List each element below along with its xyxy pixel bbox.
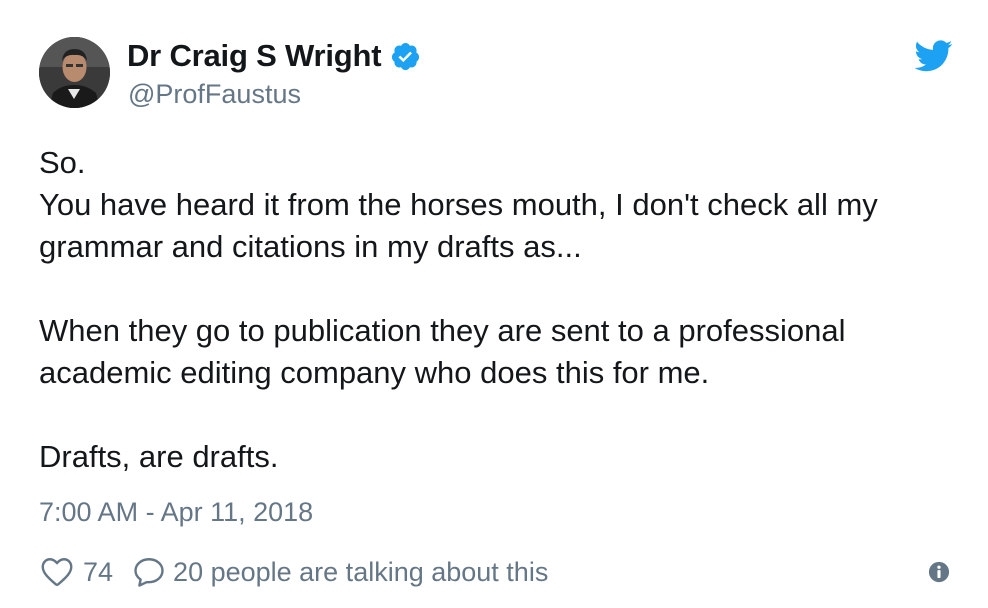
tweet-timestamp[interactable]: 7:00 AM - Apr 11, 2018	[39, 497, 313, 528]
tweet-paragraph-spacer	[39, 268, 959, 310]
twitter-bird-icon[interactable]	[915, 40, 953, 72]
tweet-paragraph: When they go to publication they are sen…	[39, 313, 846, 390]
info-icon[interactable]	[928, 561, 950, 583]
tweet-actions: 74 20 people are talking about this	[39, 552, 548, 592]
author-avatar[interactable]	[39, 37, 110, 108]
tweet-card: Dr Craig S Wright @ProfFaustus So. You h…	[0, 0, 988, 608]
author-handle[interactable]: @ProfFaustus	[128, 79, 301, 110]
tweet-text: So. You have heard it from the horses mo…	[39, 142, 959, 478]
like-count[interactable]: 74	[83, 557, 113, 588]
heart-icon[interactable]	[39, 554, 75, 590]
author-display-name[interactable]: Dr Craig S Wright	[127, 38, 382, 74]
talking-about-link[interactable]: 20 people are talking about this	[173, 557, 548, 588]
avatar-image	[39, 37, 110, 108]
verified-badge-icon	[392, 42, 420, 70]
speech-bubble-icon[interactable]	[131, 554, 167, 590]
tweet-paragraph: So. You have heard it from the horses mo…	[39, 145, 878, 264]
author-name-row: Dr Craig S Wright	[127, 36, 421, 76]
tweet-paragraph-spacer	[39, 394, 959, 436]
tweet-paragraph: Drafts, are drafts.	[39, 439, 279, 474]
